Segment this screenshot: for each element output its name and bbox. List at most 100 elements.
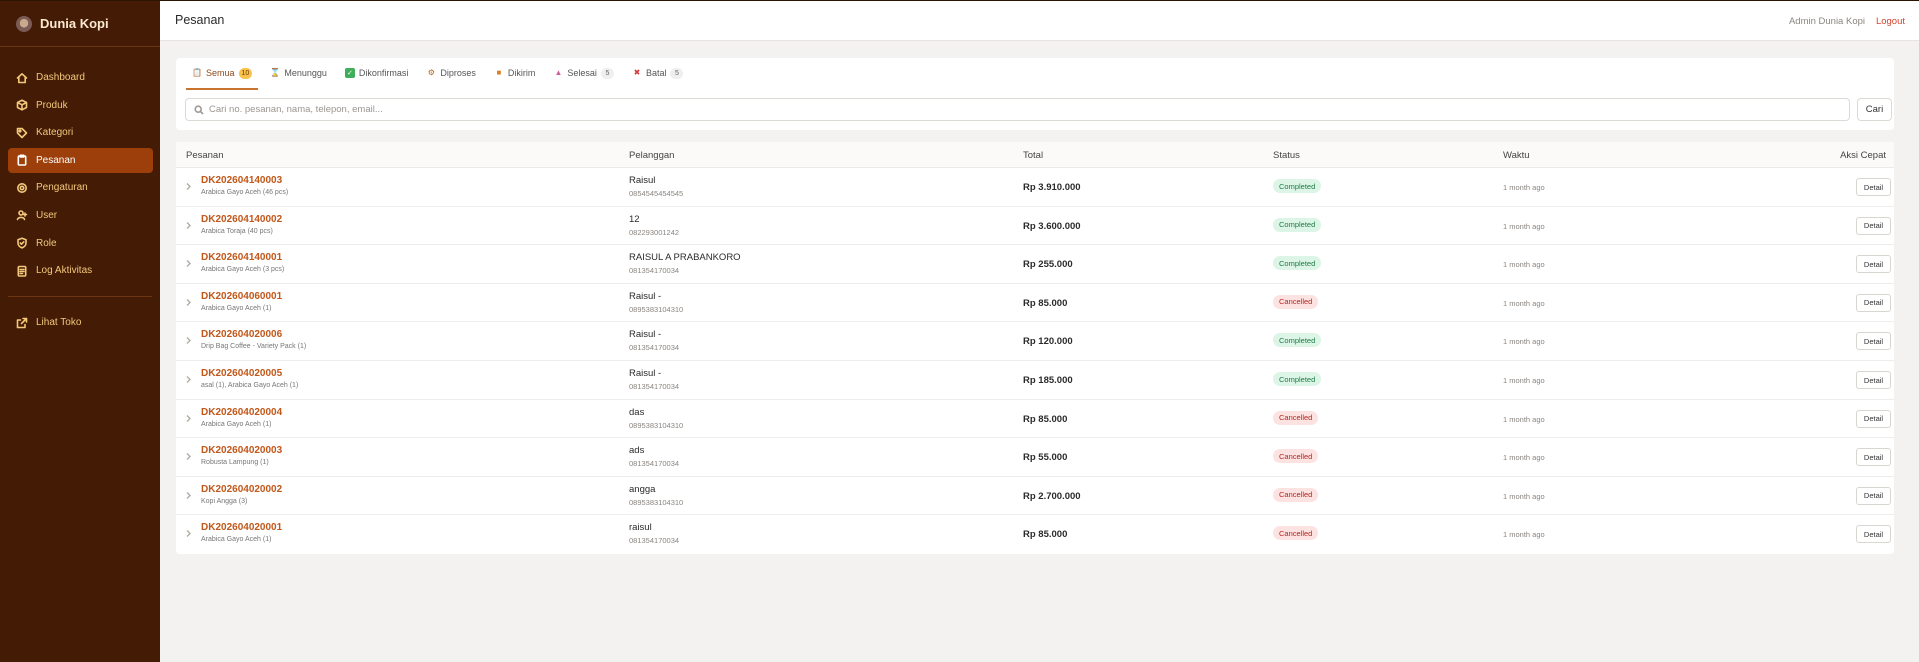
order-id-link[interactable]: DK202604060001 xyxy=(201,291,282,302)
table-row[interactable]: DK202604020002 Kopi Angga (3) angga 0895383… xyxy=(176,477,1894,516)
brand-name: Dunia Kopi xyxy=(40,16,109,31)
tab-batal[interactable]: ✖ Batal 5 xyxy=(626,58,690,90)
order-time: 1 month ago xyxy=(1503,376,1545,385)
order-id-link[interactable]: DK202604020005 xyxy=(201,368,282,379)
status-badge: Completed xyxy=(1273,179,1322,193)
order-id-link[interactable]: DK202604140003 xyxy=(201,175,282,186)
table-row[interactable]: DK202604020001 Arabica Gayo Aceh (1) raisu… xyxy=(176,515,1894,554)
brand[interactable]: Dunia Kopi xyxy=(0,1,160,47)
sidebar-item-user[interactable]: User xyxy=(8,203,153,228)
detail-button[interactable]: Detail xyxy=(1856,293,1891,312)
sidebar-item-pesanan[interactable]: Pesanan xyxy=(8,147,153,173)
status-badge: Completed xyxy=(1273,217,1322,232)
tab-label: Batal xyxy=(645,68,667,78)
sidebar-nav: Dashboard Produk Kategori Pesanan Pengat… xyxy=(0,47,160,335)
orders-table: Pesanan Pelanggan Total Status Waktu Aks… xyxy=(176,142,1894,554)
order-total: Rp 3.910.000 xyxy=(1023,182,1081,193)
table-row[interactable]: DK202604020005 asal (1), Arabica Gayo Ace… xyxy=(176,361,1894,400)
chevron-right-icon[interactable] xyxy=(185,452,192,461)
table-row[interactable]: DK202604140001 Arabica Gayo Aceh (3 pcs) R… xyxy=(176,245,1894,284)
sidebar-item-label: Lihat Toko xyxy=(36,317,82,329)
order-items: Arabica Gayo Aceh (1) xyxy=(201,420,272,428)
chevron-right-icon[interactable] xyxy=(185,529,192,538)
order-time: 1 month ago xyxy=(1503,530,1545,540)
sidebar-item-produk[interactable]: Produk xyxy=(8,93,153,118)
order-total: Rp 185.000 xyxy=(1023,375,1073,386)
chevron-right-icon[interactable] xyxy=(185,221,192,230)
chevron-right-icon[interactable] xyxy=(185,259,192,268)
order-total: Rp 85.000 xyxy=(1023,297,1068,309)
customer-name: Raisul - xyxy=(629,368,662,379)
detail-button[interactable]: Detail xyxy=(1856,409,1891,428)
chevron-right-icon[interactable] xyxy=(185,491,192,500)
search-button[interactable]: Cari xyxy=(1857,98,1892,121)
customer-phone: 081354170034 xyxy=(629,266,680,276)
detail-button[interactable]: Detail xyxy=(1856,178,1891,196)
order-id-link[interactable]: DK202604020004 xyxy=(201,407,282,418)
order-items: Drip Bag Coffee - Variety Pack (1) xyxy=(201,343,307,351)
sidebar-item-log-aktivitas[interactable]: Log Aktivitas xyxy=(8,258,153,283)
sidebar-item-label: Dashboard xyxy=(36,72,85,83)
customer-phone: 0895383104310 xyxy=(629,420,684,430)
logout-link[interactable]: Logout xyxy=(1876,16,1905,27)
sidebar-item-label: Pesanan xyxy=(36,154,76,166)
order-id-link[interactable]: DK202604140001 xyxy=(201,252,282,263)
column-header-aksi-cepat: Aksi Cepat xyxy=(1840,150,1886,161)
customer-phone: 081354170034 xyxy=(629,343,680,353)
status-tabs: 📋 Semua 10 ⌛ Menunggu ✓ Dikonfirmasi ⚙ D… xyxy=(186,58,695,90)
sidebar-item-kategori[interactable]: Kategori xyxy=(8,120,153,145)
table-row[interactable]: DK202604020004 Arabica Gayo Aceh (1) das 08… xyxy=(176,400,1894,439)
sidebar-item-pengaturan[interactable]: Pengaturan xyxy=(8,175,153,200)
order-id-link[interactable]: DK202604020003 xyxy=(201,445,282,456)
chevron-right-icon[interactable] xyxy=(185,375,192,384)
table-row[interactable]: DK202604020003 Robusta Lampung (1) ads 0813… xyxy=(176,438,1894,477)
gear-icon: ⚙ xyxy=(427,68,435,77)
chevron-right-icon[interactable] xyxy=(185,414,192,423)
order-id-link[interactable]: DK202604020001 xyxy=(201,522,282,533)
order-id-link[interactable]: DK202604020006 xyxy=(201,329,282,340)
chevron-right-icon[interactable] xyxy=(185,336,192,345)
detail-button[interactable]: Detail xyxy=(1856,216,1891,235)
tab-dikonfirmasi[interactable]: ✓ Dikonfirmasi xyxy=(339,58,415,90)
customer-name: 12 xyxy=(629,213,640,225)
party-icon: ▲ xyxy=(554,68,563,77)
status-badge: Cancelled xyxy=(1273,449,1319,464)
chevron-right-icon[interactable] xyxy=(185,298,192,307)
tab-label: Semua xyxy=(206,68,235,78)
customer-name: ads xyxy=(629,445,645,457)
order-time: 1 month ago xyxy=(1503,183,1545,192)
detail-button[interactable]: Detail xyxy=(1856,448,1891,467)
table-row[interactable]: DK202604060001 Arabica Gayo Aceh (1) Raisu… xyxy=(176,284,1894,323)
detail-button[interactable]: Detail xyxy=(1856,255,1891,274)
tab-dikirim[interactable]: ■ Dikirim xyxy=(488,58,542,90)
table-row[interactable]: DK202604020006 Drip Bag Coffee - Variety … xyxy=(176,322,1894,361)
order-items: Kopi Angga (3) xyxy=(201,497,248,505)
search-icon xyxy=(194,104,204,115)
sidebar-item-lihat-toko[interactable]: Lihat Toko xyxy=(8,310,153,335)
current-user-name: Admin Dunia Kopi xyxy=(1788,16,1865,27)
search-input[interactable] xyxy=(209,104,1809,115)
order-id-link[interactable]: DK202604020002 xyxy=(201,484,282,495)
tab-selesai[interactable]: ▲ Selesai 5 xyxy=(547,58,620,90)
tag-icon xyxy=(16,127,28,139)
tab-diproses[interactable]: ⚙ Diproses xyxy=(420,58,482,90)
order-items: asal (1), Arabica Gayo Aceh (1) xyxy=(201,382,299,389)
detail-button[interactable]: Detail xyxy=(1856,332,1891,351)
table-row[interactable]: DK202604140002 Arabica Toraja (40 pcs) 12 0… xyxy=(176,207,1894,246)
order-total: Rp 3.600.000 xyxy=(1023,220,1081,232)
table-row[interactable]: DK202604140003 Arabica Gayo Aceh (46 pcs)… xyxy=(176,168,1894,207)
column-header-waktu: Waktu xyxy=(1503,150,1530,161)
column-header-status: Status xyxy=(1273,150,1300,161)
chevron-right-icon[interactable] xyxy=(185,182,192,191)
detail-button[interactable]: Detail xyxy=(1856,486,1891,505)
customer-name: das xyxy=(629,406,645,418)
sidebar-item-role[interactable]: Role xyxy=(8,231,153,256)
tab-semua[interactable]: 📋 Semua 10 xyxy=(186,58,259,90)
detail-button[interactable]: Detail xyxy=(1856,371,1891,389)
tab-menunggu[interactable]: ⌛ Menunggu xyxy=(264,58,333,90)
external-link-icon xyxy=(16,317,28,329)
order-id-link[interactable]: DK202604140002 xyxy=(201,214,282,225)
sidebar-item-dashboard[interactable]: Dashboard xyxy=(8,65,153,90)
detail-button[interactable]: Detail xyxy=(1856,525,1891,544)
home-icon xyxy=(16,72,28,84)
